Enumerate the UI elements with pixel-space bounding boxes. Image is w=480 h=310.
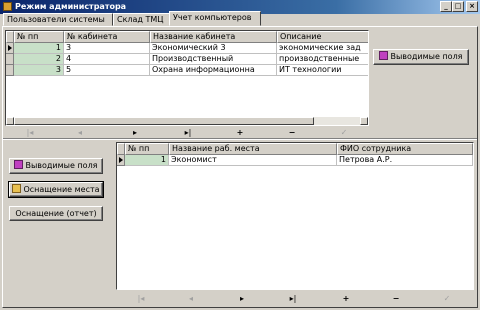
nav-delete-button[interactable]: − [371, 293, 421, 304]
close-button[interactable]: × [466, 1, 478, 12]
rooms-navigator: |◂ ◂ ▸ ▸| + − ✓ [5, 127, 369, 138]
nav-insert-button[interactable]: + [215, 127, 265, 138]
horizontal-scrollbar[interactable] [6, 117, 368, 125]
equipment-icon [12, 184, 22, 193]
fields-icon [14, 160, 24, 169]
tab-warehouse[interactable]: Склад ТМЦ [113, 13, 170, 26]
output-fields-button[interactable]: Выводимые поля [373, 49, 469, 65]
grid-corner [117, 143, 125, 155]
rooms-grid[interactable]: № пп № кабинета Название кабинета Описан… [5, 30, 369, 126]
grid-cell[interactable]: экономические зад [277, 43, 368, 54]
maximize-button[interactable]: □ [452, 1, 464, 12]
column-header[interactable]: Название кабинета [150, 31, 277, 43]
equipment-report-button[interactable]: Оснащение (отчет) [9, 206, 103, 221]
column-header[interactable]: № пп [125, 143, 169, 155]
tab-computers[interactable]: Учет компьютеров [169, 11, 261, 26]
grid-cell[interactable]: ИТ технологии [277, 65, 368, 76]
nav-last-button[interactable]: ▸| [268, 293, 318, 304]
row-indicator [6, 43, 14, 54]
workplaces-navigator: |◂ ◂ ▸ ▸| + − ✓ [116, 293, 474, 304]
grid-cell[interactable]: 2 [14, 54, 64, 65]
equipment-report-label: Оснащение (отчет) [15, 209, 97, 218]
nav-post-button[interactable]: ✓ [319, 127, 369, 138]
grid-cell[interactable]: производственные [277, 54, 368, 65]
nav-next-button[interactable]: ▸ [110, 127, 160, 138]
output-fields-label: Выводимые поля [25, 161, 98, 170]
grid-cell[interactable]: Экономист [169, 155, 337, 166]
grid-cell[interactable]: 3 [64, 43, 150, 54]
equipment-label: Оснащение места [23, 185, 100, 194]
nav-last-button[interactable]: ▸| [163, 127, 213, 138]
output-fields-button-2[interactable]: Выводимые поля [9, 158, 103, 174]
column-header[interactable]: Название раб. места [169, 143, 337, 155]
grid-cell[interactable]: 1 [14, 43, 64, 54]
scroll-thumb[interactable] [14, 117, 314, 125]
nav-first-button[interactable]: |◂ [116, 293, 166, 304]
grid-cell[interactable]: 4 [64, 54, 150, 65]
splitter[interactable] [3, 138, 477, 140]
grid-cell[interactable]: 1 [125, 155, 169, 166]
nav-delete-button[interactable]: − [267, 127, 317, 138]
grid-cell[interactable]: Производственный [150, 54, 277, 65]
row-indicator [6, 54, 14, 65]
grid-cell[interactable]: 3 [14, 65, 64, 76]
grid-cell[interactable]: Охрана информационна [150, 65, 277, 76]
nav-post-button[interactable]: ✓ [422, 293, 472, 304]
nav-prior-button[interactable]: ◂ [166, 293, 216, 304]
scroll-left-button[interactable] [6, 117, 14, 125]
minimize-button[interactable]: _ [440, 1, 452, 12]
grid-cell[interactable]: Экономический 3 [150, 43, 277, 54]
grid-cell[interactable]: Петрова А.Р. [337, 155, 473, 166]
app-icon [3, 2, 12, 11]
nav-insert-button[interactable]: + [321, 293, 371, 304]
equipment-button[interactable]: Оснащение места [8, 181, 104, 198]
nav-next-button[interactable]: ▸ [217, 293, 267, 304]
grid-cell[interactable]: 5 [64, 65, 150, 76]
workplaces-grid[interactable]: № пп Название раб. места ФИО сотрудника … [116, 142, 474, 290]
column-header[interactable]: № кабинета [64, 31, 150, 43]
nav-first-button[interactable]: |◂ [5, 127, 55, 138]
grid-corner [6, 31, 14, 43]
column-header[interactable]: Описание [277, 31, 368, 43]
row-indicator [117, 155, 125, 166]
fields-icon [379, 51, 389, 60]
tab-users[interactable]: Пользователи системы [3, 13, 113, 26]
column-header[interactable]: № пп [14, 31, 64, 43]
window-title: Режим администратора [15, 2, 127, 11]
column-header[interactable]: ФИО сотрудника [337, 143, 473, 155]
output-fields-label: Выводимые поля [390, 52, 463, 61]
scroll-right-button[interactable] [360, 117, 368, 125]
row-indicator [6, 65, 14, 76]
nav-prior-button[interactable]: ◂ [55, 127, 105, 138]
